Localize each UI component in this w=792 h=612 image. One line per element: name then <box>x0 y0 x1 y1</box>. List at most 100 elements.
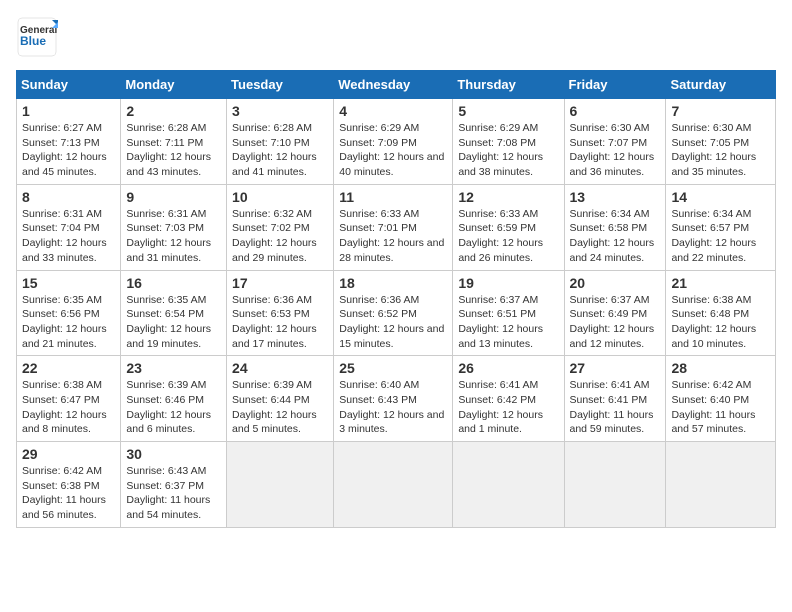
day-info: Sunrise: 6:37 AM Sunset: 6:49 PM Dayligh… <box>570 293 661 352</box>
day-number: 29 <box>22 446 115 462</box>
day-info: Sunrise: 6:36 AM Sunset: 6:52 PM Dayligh… <box>339 293 447 352</box>
day-number: 14 <box>671 189 770 205</box>
day-cell-30: 30 Sunrise: 6:43 AM Sunset: 6:37 PM Dayl… <box>121 442 227 528</box>
day-number: 23 <box>126 360 221 376</box>
day-cell-3: 3 Sunrise: 6:28 AM Sunset: 7:10 PM Dayli… <box>227 99 334 185</box>
calendar-week-2: 8 Sunrise: 6:31 AM Sunset: 7:04 PM Dayli… <box>17 184 776 270</box>
day-number: 3 <box>232 103 328 119</box>
day-number: 16 <box>126 275 221 291</box>
day-cell-24: 24 Sunrise: 6:39 AM Sunset: 6:44 PM Dayl… <box>227 356 334 442</box>
logo-graphic: General Blue <box>16 16 58 58</box>
col-header-monday: Monday <box>121 71 227 99</box>
calendar-week-1: 1 Sunrise: 6:27 AM Sunset: 7:13 PM Dayli… <box>17 99 776 185</box>
day-info: Sunrise: 6:38 AM Sunset: 6:47 PM Dayligh… <box>22 378 115 437</box>
day-number: 5 <box>458 103 558 119</box>
day-number: 15 <box>22 275 115 291</box>
day-number: 8 <box>22 189 115 205</box>
empty-cell <box>666 442 776 528</box>
day-info: Sunrise: 6:34 AM Sunset: 6:58 PM Dayligh… <box>570 207 661 266</box>
day-number: 26 <box>458 360 558 376</box>
day-number: 1 <box>22 103 115 119</box>
day-info: Sunrise: 6:29 AM Sunset: 7:08 PM Dayligh… <box>458 121 558 180</box>
day-info: Sunrise: 6:32 AM Sunset: 7:02 PM Dayligh… <box>232 207 328 266</box>
day-cell-28: 28 Sunrise: 6:42 AM Sunset: 6:40 PM Dayl… <box>666 356 776 442</box>
day-info: Sunrise: 6:33 AM Sunset: 6:59 PM Dayligh… <box>458 207 558 266</box>
day-info: Sunrise: 6:30 AM Sunset: 7:05 PM Dayligh… <box>671 121 770 180</box>
day-cell-15: 15 Sunrise: 6:35 AM Sunset: 6:56 PM Dayl… <box>17 270 121 356</box>
day-number: 12 <box>458 189 558 205</box>
empty-cell <box>227 442 334 528</box>
day-cell-1: 1 Sunrise: 6:27 AM Sunset: 7:13 PM Dayli… <box>17 99 121 185</box>
day-cell-25: 25 Sunrise: 6:40 AM Sunset: 6:43 PM Dayl… <box>334 356 453 442</box>
day-number: 27 <box>570 360 661 376</box>
day-cell-19: 19 Sunrise: 6:37 AM Sunset: 6:51 PM Dayl… <box>453 270 564 356</box>
day-cell-18: 18 Sunrise: 6:36 AM Sunset: 6:52 PM Dayl… <box>334 270 453 356</box>
day-cell-6: 6 Sunrise: 6:30 AM Sunset: 7:07 PM Dayli… <box>564 99 666 185</box>
day-number: 9 <box>126 189 221 205</box>
calendar-table: SundayMondayTuesdayWednesdayThursdayFrid… <box>16 70 776 528</box>
day-info: Sunrise: 6:43 AM Sunset: 6:37 PM Dayligh… <box>126 464 221 523</box>
day-info: Sunrise: 6:29 AM Sunset: 7:09 PM Dayligh… <box>339 121 447 180</box>
day-cell-14: 14 Sunrise: 6:34 AM Sunset: 6:57 PM Dayl… <box>666 184 776 270</box>
day-info: Sunrise: 6:28 AM Sunset: 7:10 PM Dayligh… <box>232 121 328 180</box>
col-header-wednesday: Wednesday <box>334 71 453 99</box>
col-header-thursday: Thursday <box>453 71 564 99</box>
day-cell-2: 2 Sunrise: 6:28 AM Sunset: 7:11 PM Dayli… <box>121 99 227 185</box>
col-header-saturday: Saturday <box>666 71 776 99</box>
empty-cell <box>453 442 564 528</box>
day-info: Sunrise: 6:41 AM Sunset: 6:41 PM Dayligh… <box>570 378 661 437</box>
col-header-tuesday: Tuesday <box>227 71 334 99</box>
day-number: 20 <box>570 275 661 291</box>
day-number: 13 <box>570 189 661 205</box>
day-info: Sunrise: 6:40 AM Sunset: 6:43 PM Dayligh… <box>339 378 447 437</box>
page-header: General Blue <box>16 16 776 58</box>
day-cell-10: 10 Sunrise: 6:32 AM Sunset: 7:02 PM Dayl… <box>227 184 334 270</box>
day-number: 11 <box>339 189 447 205</box>
calendar-week-5: 29 Sunrise: 6:42 AM Sunset: 6:38 PM Dayl… <box>17 442 776 528</box>
day-info: Sunrise: 6:35 AM Sunset: 6:56 PM Dayligh… <box>22 293 115 352</box>
day-number: 25 <box>339 360 447 376</box>
day-number: 21 <box>671 275 770 291</box>
day-info: Sunrise: 6:35 AM Sunset: 6:54 PM Dayligh… <box>126 293 221 352</box>
day-number: 18 <box>339 275 447 291</box>
day-info: Sunrise: 6:38 AM Sunset: 6:48 PM Dayligh… <box>671 293 770 352</box>
day-info: Sunrise: 6:37 AM Sunset: 6:51 PM Dayligh… <box>458 293 558 352</box>
day-number: 19 <box>458 275 558 291</box>
day-number: 10 <box>232 189 328 205</box>
day-number: 7 <box>671 103 770 119</box>
day-number: 4 <box>339 103 447 119</box>
logo: General Blue <box>16 16 58 58</box>
col-header-sunday: Sunday <box>17 71 121 99</box>
day-number: 28 <box>671 360 770 376</box>
day-number: 6 <box>570 103 661 119</box>
day-number: 17 <box>232 275 328 291</box>
day-cell-12: 12 Sunrise: 6:33 AM Sunset: 6:59 PM Dayl… <box>453 184 564 270</box>
col-header-friday: Friday <box>564 71 666 99</box>
day-info: Sunrise: 6:36 AM Sunset: 6:53 PM Dayligh… <box>232 293 328 352</box>
day-info: Sunrise: 6:28 AM Sunset: 7:11 PM Dayligh… <box>126 121 221 180</box>
day-cell-29: 29 Sunrise: 6:42 AM Sunset: 6:38 PM Dayl… <box>17 442 121 528</box>
empty-cell <box>334 442 453 528</box>
day-cell-9: 9 Sunrise: 6:31 AM Sunset: 7:03 PM Dayli… <box>121 184 227 270</box>
day-cell-13: 13 Sunrise: 6:34 AM Sunset: 6:58 PM Dayl… <box>564 184 666 270</box>
day-cell-5: 5 Sunrise: 6:29 AM Sunset: 7:08 PM Dayli… <box>453 99 564 185</box>
day-cell-23: 23 Sunrise: 6:39 AM Sunset: 6:46 PM Dayl… <box>121 356 227 442</box>
day-number: 2 <box>126 103 221 119</box>
day-number: 30 <box>126 446 221 462</box>
day-cell-4: 4 Sunrise: 6:29 AM Sunset: 7:09 PM Dayli… <box>334 99 453 185</box>
day-cell-21: 21 Sunrise: 6:38 AM Sunset: 6:48 PM Dayl… <box>666 270 776 356</box>
day-info: Sunrise: 6:39 AM Sunset: 6:44 PM Dayligh… <box>232 378 328 437</box>
day-cell-11: 11 Sunrise: 6:33 AM Sunset: 7:01 PM Dayl… <box>334 184 453 270</box>
empty-cell <box>564 442 666 528</box>
day-cell-26: 26 Sunrise: 6:41 AM Sunset: 6:42 PM Dayl… <box>453 356 564 442</box>
day-cell-22: 22 Sunrise: 6:38 AM Sunset: 6:47 PM Dayl… <box>17 356 121 442</box>
day-cell-7: 7 Sunrise: 6:30 AM Sunset: 7:05 PM Dayli… <box>666 99 776 185</box>
calendar-week-3: 15 Sunrise: 6:35 AM Sunset: 6:56 PM Dayl… <box>17 270 776 356</box>
day-info: Sunrise: 6:42 AM Sunset: 6:40 PM Dayligh… <box>671 378 770 437</box>
calendar-week-4: 22 Sunrise: 6:38 AM Sunset: 6:47 PM Dayl… <box>17 356 776 442</box>
day-number: 22 <box>22 360 115 376</box>
day-info: Sunrise: 6:41 AM Sunset: 6:42 PM Dayligh… <box>458 378 558 437</box>
day-info: Sunrise: 6:34 AM Sunset: 6:57 PM Dayligh… <box>671 207 770 266</box>
logo: General Blue <box>16 16 58 58</box>
day-cell-20: 20 Sunrise: 6:37 AM Sunset: 6:49 PM Dayl… <box>564 270 666 356</box>
